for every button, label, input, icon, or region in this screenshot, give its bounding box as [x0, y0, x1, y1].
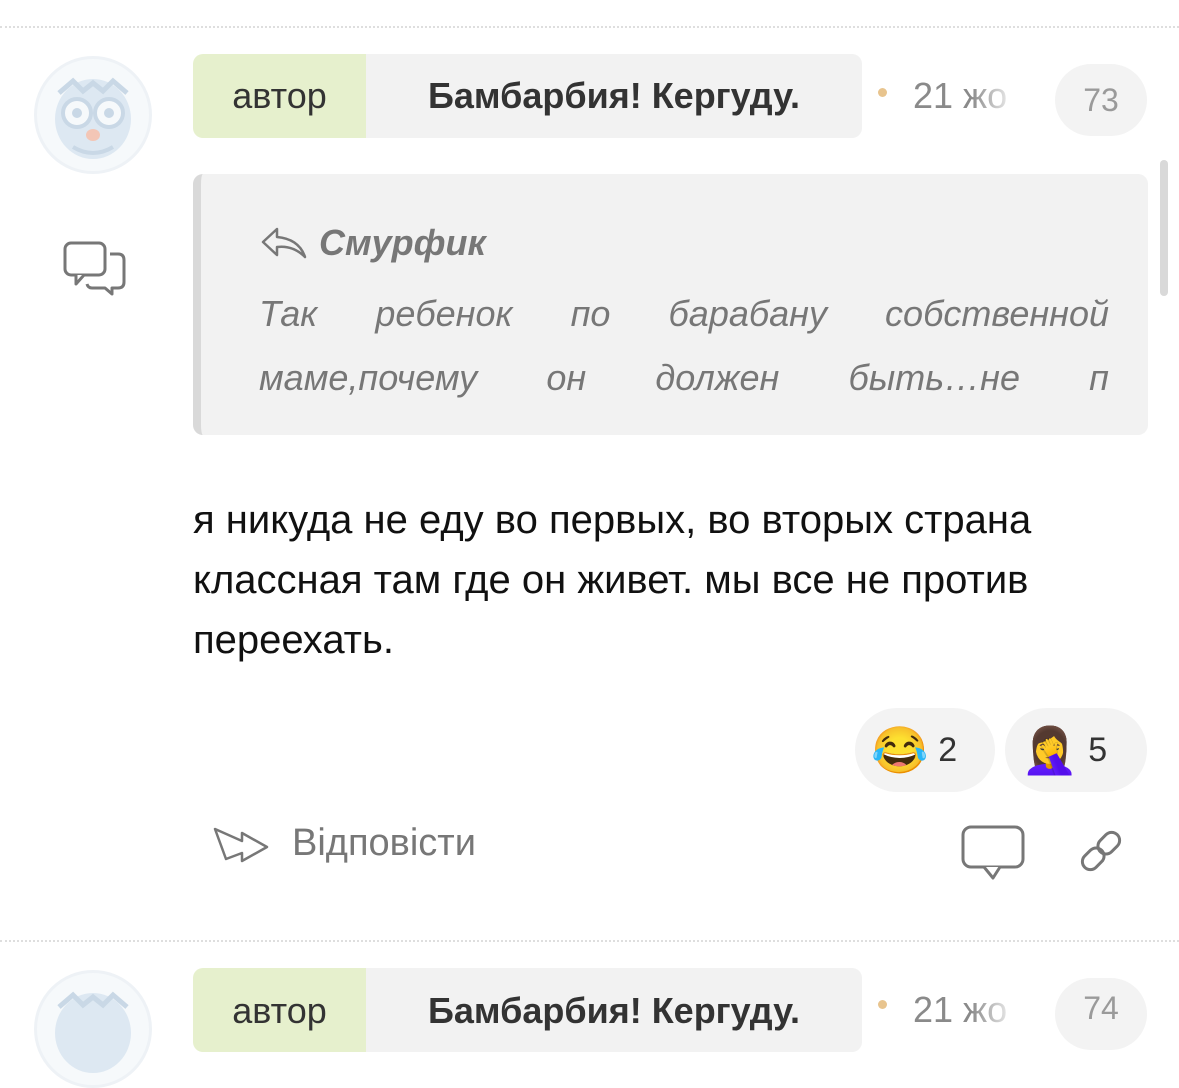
scrollbar[interactable]	[1160, 160, 1168, 296]
reply-arrow-icon	[213, 827, 269, 862]
reaction-count: 5	[1088, 730, 1108, 769]
quote-author-row: Смурфик	[259, 222, 486, 264]
tears-of-joy-emoji: 😂	[871, 724, 929, 776]
comment-number-badge[interactable]: 74	[1055, 978, 1147, 1050]
reaction-facepalm[interactable]: 🤦‍♀️ 5	[1005, 708, 1147, 792]
owl-avatar-icon	[55, 77, 131, 159]
date-separator-dot	[878, 1000, 887, 1009]
author-badge: автор	[193, 54, 366, 138]
reply-button[interactable]: Відповісти	[212, 822, 476, 865]
comment-body: я никуда не еду во первых, во вторых стр…	[193, 498, 1032, 662]
comment-icon[interactable]	[960, 824, 1026, 887]
user-avatar[interactable]	[34, 970, 152, 1088]
quote-text: Так ребенок по барабану собственной маме…	[259, 293, 1109, 398]
comment-header: автор Бамбарбия! Кергуду.	[193, 968, 862, 1052]
author-name[interactable]: Бамбарбия! Кергуду.	[366, 968, 862, 1052]
reply-arrow-icon	[261, 227, 307, 259]
comment-date: 21 жо	[913, 989, 1008, 1030]
author-badge: автор	[193, 968, 366, 1052]
comment-date: 21 жо	[913, 75, 1008, 116]
date-separator-dot	[878, 88, 887, 97]
comment-separator-bottom	[0, 940, 1179, 942]
owl-avatar-icon	[55, 991, 131, 1073]
comment-separator-top	[0, 26, 1179, 28]
reaction-count: 2	[938, 730, 958, 769]
comment-number-badge[interactable]: 73	[1055, 64, 1147, 136]
user-avatar[interactable]	[34, 56, 152, 174]
link-icon[interactable]	[1076, 826, 1126, 881]
author-name[interactable]: Бамбарбия! Кергуду.	[366, 54, 862, 138]
reply-label: Відповісти	[292, 822, 476, 864]
quoted-comment[interactable]: Смурфик Так ребенок по барабану собствен…	[193, 174, 1148, 435]
comment-header: автор Бамбарбия! Кергуду.	[193, 54, 862, 138]
quote-author-name: Смурфик	[319, 222, 486, 263]
reaction-laugh[interactable]: 😂 2	[855, 708, 995, 792]
chat-bubbles-icon	[62, 240, 128, 301]
facepalm-emoji: 🤦‍♀️	[1021, 724, 1079, 776]
